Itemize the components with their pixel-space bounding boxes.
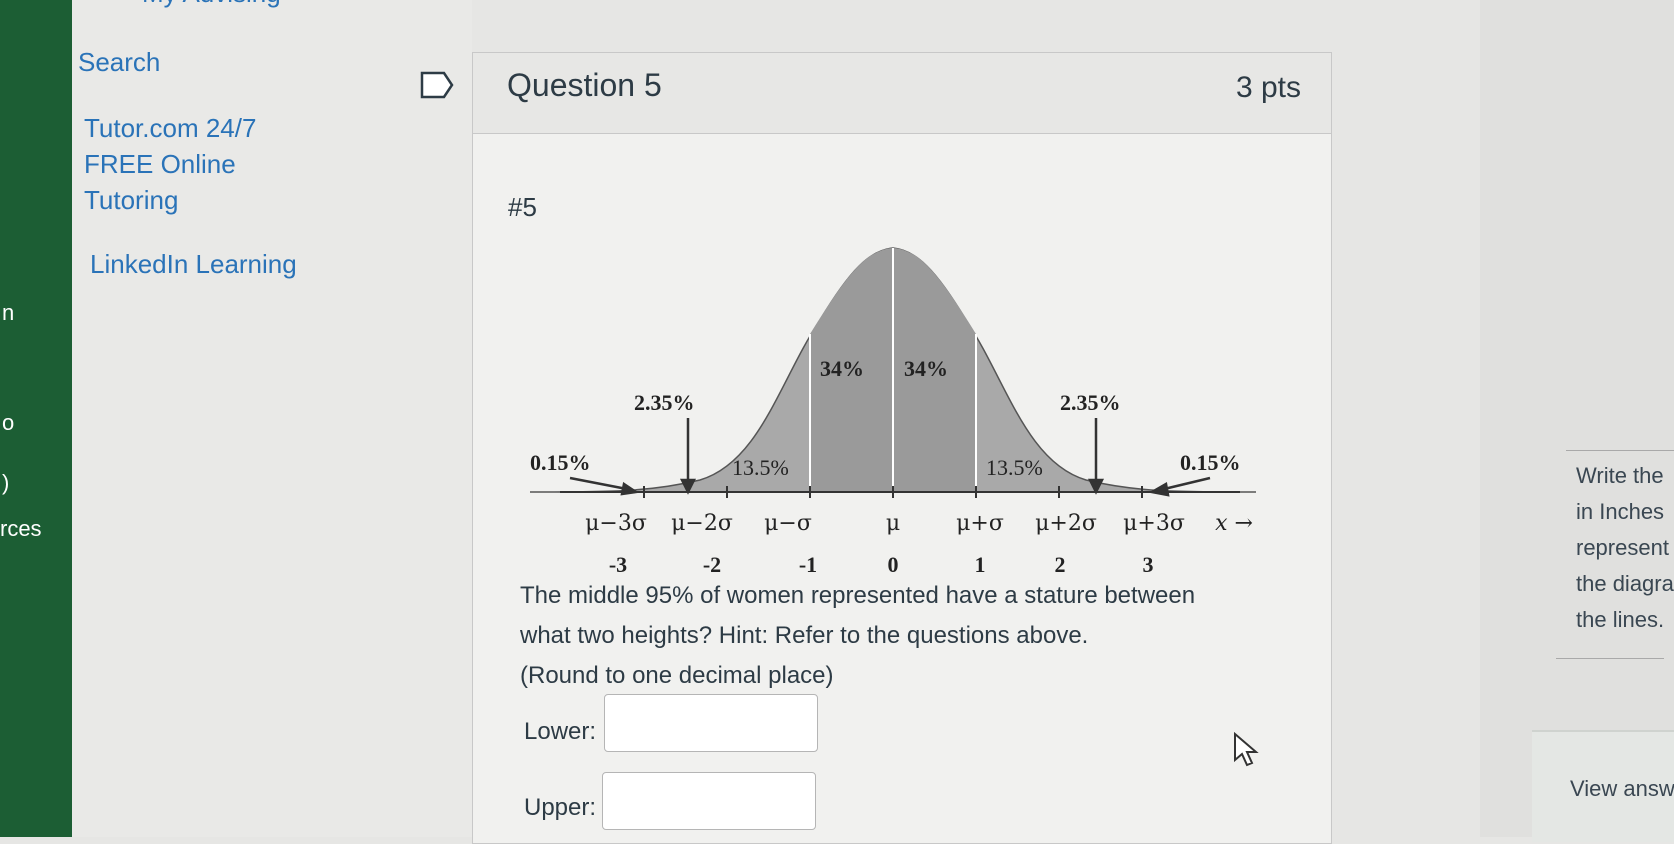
- x-axis-arrow-label: x →: [1215, 511, 1253, 536]
- mu-label-plus-3: μ+3σ: [1123, 511, 1185, 536]
- label-tail-right-0-15: 0.15%: [1180, 450, 1241, 475]
- mu-label-minus-1: μ−σ: [764, 511, 812, 536]
- question-text-line-3: (Round to one decimal place): [520, 662, 834, 689]
- mu-label-plus-2: μ+2σ: [1035, 511, 1097, 536]
- nav-link-my-advising[interactable]: My Advising: [142, 0, 281, 9]
- label-inner-right-13-5: 13.5%: [986, 455, 1043, 480]
- upper-answer-input[interactable]: [602, 772, 816, 830]
- rail-item-1[interactable]: n: [2, 300, 14, 326]
- z-label-minus-2: -2: [703, 552, 721, 577]
- mu-label-minus-2: μ−2σ: [671, 511, 733, 536]
- z-label-1: 1: [975, 552, 986, 577]
- z-label-minus-1: -1: [799, 552, 817, 577]
- upper-label: Upper:: [524, 794, 597, 821]
- rail-item-resources[interactable]: rces: [0, 516, 42, 542]
- mouse-cursor-icon: [1234, 732, 1259, 767]
- z-label-minus-3: -3: [609, 552, 627, 577]
- lower-answer-input[interactable]: [604, 694, 818, 752]
- question-points: 3 pts: [1235, 71, 1301, 104]
- nav-link-tutor[interactable]: Tutor.com 24/7 FREE Online Tutoring: [84, 110, 256, 218]
- mu-label-plus-1: μ+σ: [956, 511, 1004, 536]
- question-title: Question 5: [507, 67, 662, 103]
- normal-curve-diagram: 34% 34% 13.5% 13.5% 2.35% 2.35% 0.15% 0.…: [529, 247, 1257, 577]
- hint-text: Write the in Inches represent the diagra…: [1576, 463, 1674, 632]
- view-answer-label: View answ: [1570, 776, 1674, 801]
- hint-divider-bottom: [1556, 658, 1664, 659]
- lower-label: Lower:: [524, 718, 597, 745]
- question-text: The middle 95% of women represented have…: [520, 576, 1260, 696]
- mu-label-0: μ: [886, 511, 900, 536]
- z-label-3: 3: [1143, 552, 1154, 577]
- hint-divider-top: [1566, 450, 1674, 451]
- global-nav-rail: n o ) rces: [0, 0, 72, 837]
- flag-question-icon[interactable]: [420, 70, 454, 100]
- label-outer-right-2-35: 2.35%: [1060, 390, 1121, 415]
- question-number: #5: [508, 192, 537, 222]
- course-nav-panel: My Advising Search Tutor.com 24/7 FREE O…: [72, 0, 472, 837]
- nav-link-search[interactable]: Search: [78, 44, 160, 80]
- right-side-panel: [1480, 0, 1674, 837]
- label-outer-left-2-35: 2.35%: [634, 390, 695, 415]
- z-label-0: 0: [888, 552, 899, 577]
- label-inner-left-13-5: 13.5%: [732, 455, 789, 480]
- nav-link-linkedin-learning[interactable]: LinkedIn Learning: [90, 246, 297, 282]
- view-answer-button[interactable]: View answ: [1532, 730, 1674, 842]
- z-label-2: 2: [1055, 552, 1066, 577]
- rail-item-2[interactable]: o: [2, 410, 14, 436]
- label-center-right-34: 34%: [904, 356, 948, 381]
- question-text-line-1: The middle 95% of women represented have…: [520, 582, 1196, 609]
- mu-label-minus-3: μ−3σ: [585, 511, 647, 536]
- rail-item-3[interactable]: ): [2, 470, 9, 496]
- label-tail-left-0-15: 0.15%: [530, 450, 591, 475]
- question-text-line-2: what two heights? Hint: Refer to the que…: [520, 622, 1089, 649]
- question-header: Question 5 3 pts: [473, 53, 1331, 134]
- label-center-left-34: 34%: [820, 356, 864, 381]
